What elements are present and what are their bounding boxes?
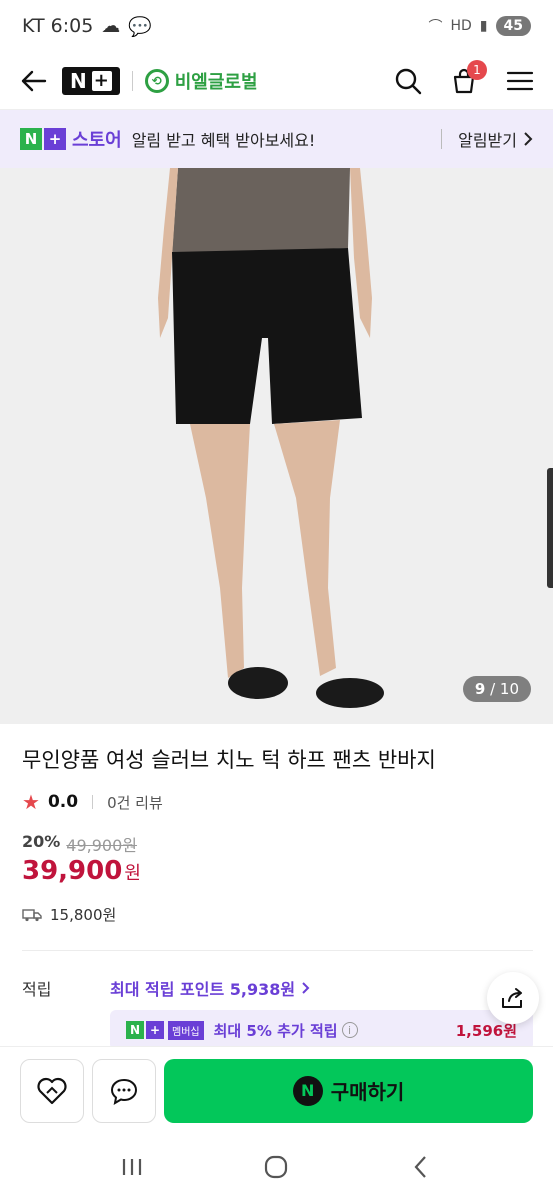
brand-name: 비엘글로벌: [174, 71, 258, 93]
rating-row[interactable]: ★ 0.0 0건 리뷰: [22, 790, 163, 814]
chat-notification-icon: 💬: [128, 15, 152, 38]
max-points-link[interactable]: 최대 적립 포인트 5,938원: [110, 976, 310, 1000]
buy-button[interactable]: N 구매하기: [164, 1058, 533, 1123]
edge-panel-handle[interactable]: [547, 468, 553, 588]
bottom-action-bar: N 구매하기: [0, 1046, 553, 1134]
naver-pay-icon: N: [292, 1075, 323, 1106]
carrier-time: KT 6:05: [22, 15, 94, 37]
product-title: 무인양품 여성 슬러브 치노 턱 하프 팬츠 반바지: [22, 748, 436, 772]
notification-banner[interactable]: N + 스토어 알림 받고 혜택 받아보세요! 알림받기: [0, 110, 553, 168]
plus-icon: +: [91, 70, 112, 91]
menu-button[interactable]: [505, 66, 535, 96]
home-button[interactable]: [256, 1147, 296, 1187]
android-navigation-bar: [0, 1134, 553, 1200]
shipping-fee: 15,800원: [50, 906, 117, 924]
header-divider: [131, 70, 133, 91]
wishlist-button[interactable]: [20, 1058, 84, 1123]
hamburger-icon: [506, 71, 534, 90]
chevron-right-icon: [524, 132, 533, 146]
section-divider: [22, 950, 533, 951]
cart-button[interactable]: 1: [449, 59, 487, 96]
back-button[interactable]: [18, 65, 50, 97]
naver-plus-membership-logo: N + 멤버십: [126, 1020, 204, 1040]
discount-row: 20% 49,900원: [22, 832, 137, 856]
back-nav-button[interactable]: [401, 1147, 441, 1187]
rating-value: 0.0: [47, 792, 79, 812]
chevron-left-icon: [414, 1156, 426, 1178]
shipping-row: 15,800원: [22, 904, 116, 925]
globe-icon: ⟲: [144, 68, 169, 93]
home-icon: [265, 1155, 288, 1179]
recent-apps-button[interactable]: [112, 1147, 152, 1187]
arrow-left-icon: [21, 70, 47, 91]
recent-apps-icon: [123, 1159, 142, 1175]
product-photo: [0, 168, 553, 724]
info-icon[interactable]: i: [341, 1022, 358, 1038]
membership-points-box[interactable]: N + 멤버십 최대 5% 추가 적립 i 1,596원: [110, 1010, 533, 1050]
notification-subscribe-button[interactable]: 알림받기: [441, 127, 533, 151]
star-icon: ★: [22, 790, 40, 814]
sale-price: 39,900: [22, 856, 123, 886]
share-icon: [502, 988, 522, 1008]
brand-link[interactable]: ⟲ 비엘글로벌: [144, 68, 258, 94]
signal-icon: ▮: [479, 18, 488, 34]
share-button[interactable]: [487, 972, 539, 1024]
cart-count-badge: 1: [467, 59, 487, 80]
membership-points-text: 최대 5% 추가 적립: [213, 1021, 338, 1040]
product-image-carousel[interactable]: 9 / 10: [0, 168, 553, 724]
original-price: 49,900원: [66, 836, 138, 855]
image-counter: 9 / 10: [462, 676, 531, 702]
truck-icon: [22, 908, 42, 921]
heart-icon: [37, 1077, 67, 1104]
review-count: 0건 리뷰: [107, 793, 163, 812]
naver-plus-store-logo: N + 스토어: [20, 126, 122, 152]
app-header: N + ⟲ 비엘글로벌 1: [0, 52, 553, 110]
weather-icon: ☁: [101, 15, 121, 37]
naver-plus-logo[interactable]: N +: [62, 66, 120, 95]
chevron-right-icon: [302, 982, 310, 994]
status-bar: KT 6:05 ☁ 💬 ⌒ HD ▮ 45: [0, 0, 553, 52]
price-unit: 원: [124, 863, 141, 884]
hd-icon: HD: [450, 18, 472, 34]
chat-bubble-icon: [110, 1078, 138, 1105]
points-label: 적립: [22, 980, 52, 999]
search-icon: [395, 68, 422, 94]
notification-message: 알림 받고 혜택 받아보세요!: [131, 131, 316, 150]
search-button[interactable]: [393, 66, 423, 96]
sale-price-row: 39,900 원: [22, 856, 141, 886]
chat-inquiry-button[interactable]: [92, 1058, 156, 1123]
discount-rate: 20%: [22, 832, 61, 851]
wifi-icon: ⌒: [428, 19, 443, 35]
battery-indicator: 45: [495, 16, 531, 36]
